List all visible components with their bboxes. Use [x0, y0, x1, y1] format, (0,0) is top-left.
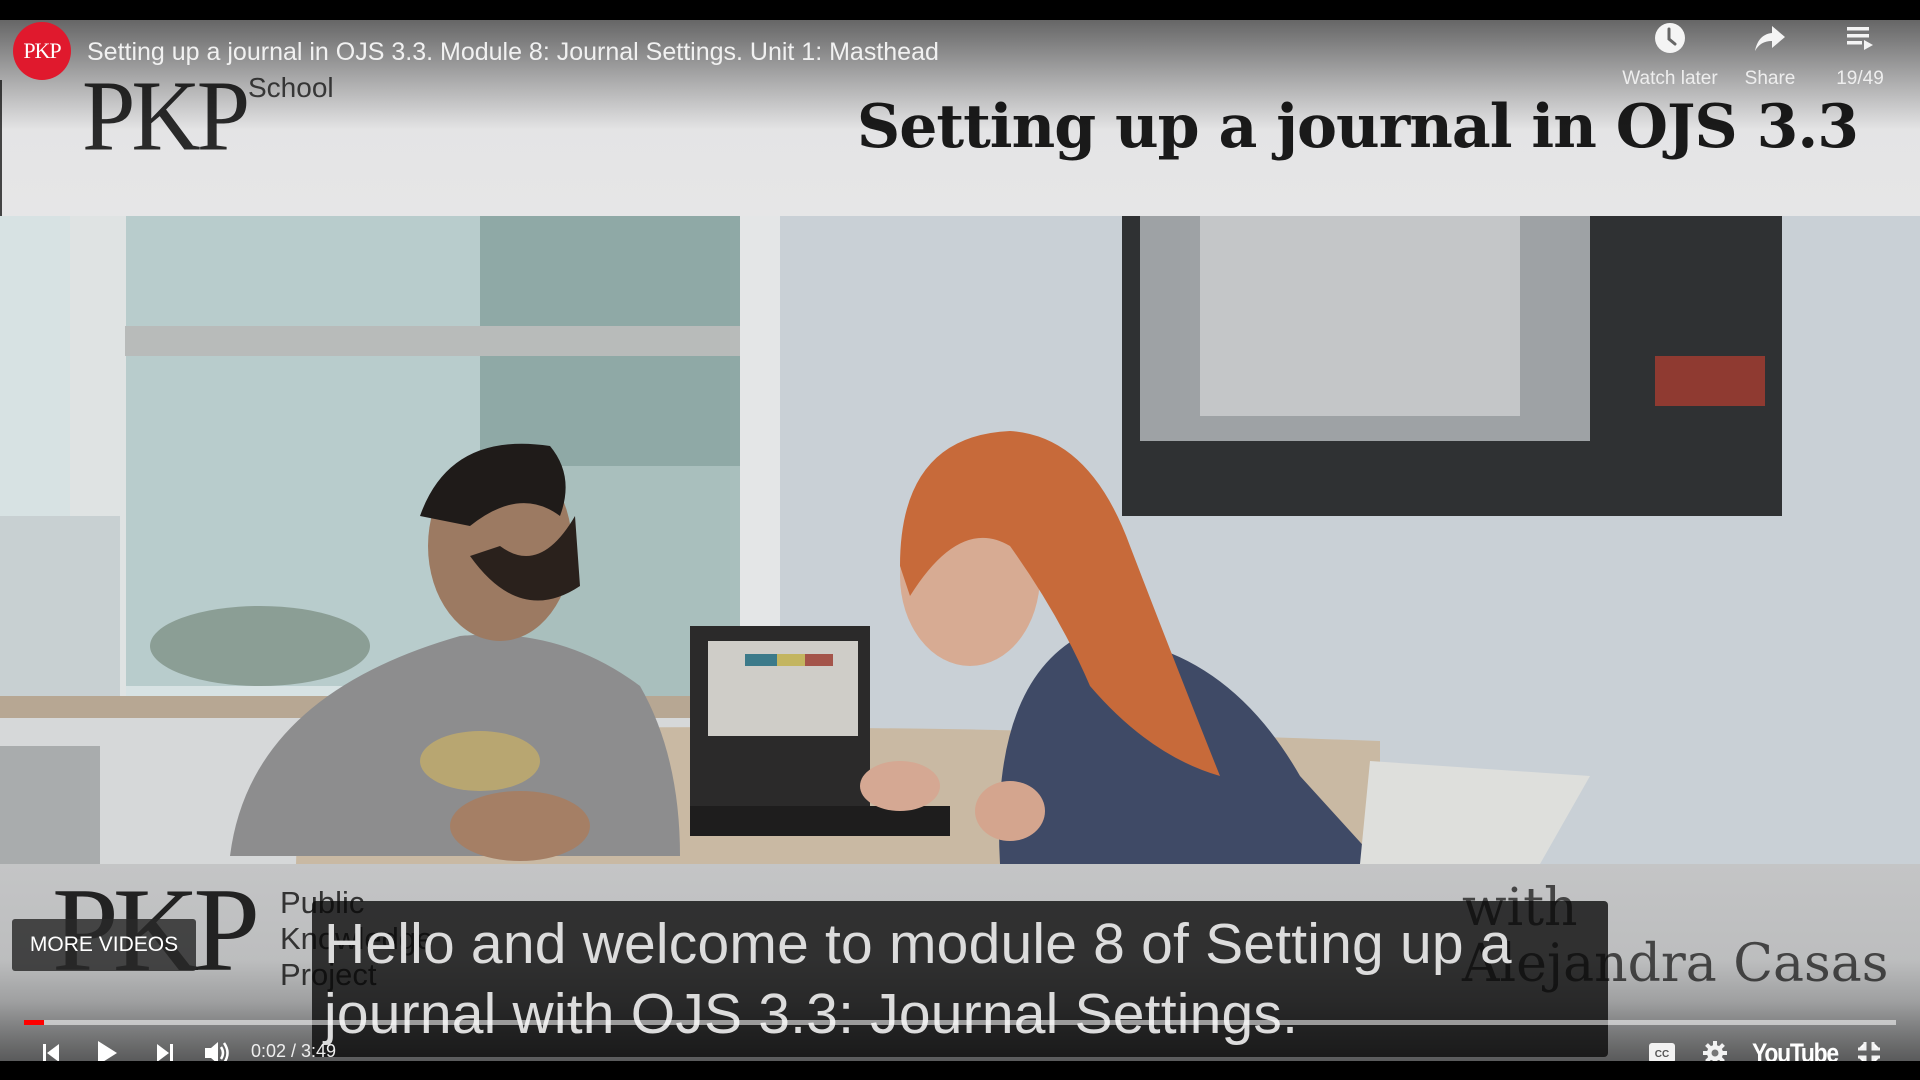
playlist-icon — [1847, 27, 1873, 50]
playlist-button[interactable]: 19/49 — [1820, 20, 1900, 90]
playlist-position: 19/49 — [1836, 68, 1884, 89]
time-display: 0:02 / 3:49 — [251, 1041, 337, 1061]
caption-line: Hello and welcome to module 8 of Setting… — [324, 912, 1512, 976]
pkp-school-logo: PKP School — [82, 59, 334, 172]
share-label: Share — [1744, 68, 1796, 89]
channel-avatar[interactable]: PKP — [13, 22, 71, 80]
pkp-logo-text: PKP — [82, 59, 250, 172]
more-videos-button[interactable]: MORE VIDEOS — [12, 919, 196, 971]
progress-bar[interactable] — [24, 1020, 1896, 1025]
share-button[interactable]: Share — [1720, 20, 1820, 90]
laptop-screen-color-1 — [745, 654, 777, 666]
video-title-link[interactable]: Setting up a journal in OJS 3.3. Module … — [87, 38, 939, 67]
chair-left — [0, 746, 100, 864]
progress-played — [24, 1020, 44, 1025]
window-frame-bar — [125, 326, 745, 356]
slide-title: Setting up a journal in OJS 3.3 — [856, 92, 1859, 162]
letterbox-top — [0, 0, 1920, 20]
watch-later-button[interactable]: Watch later — [1620, 20, 1720, 90]
school-logo-text: School — [248, 72, 334, 103]
watch-later-label: Watch later — [1622, 68, 1718, 89]
tv-red-block — [1655, 356, 1765, 406]
trees — [150, 606, 370, 686]
video-frame-photo — [0, 216, 1920, 864]
tv-screen-page — [1200, 216, 1520, 416]
laptop-screen-color-2 — [777, 654, 805, 666]
woman-hand — [860, 761, 940, 811]
slide-edge — [0, 80, 2, 216]
laptop-base — [690, 806, 950, 836]
svg-text:CC: CC — [1655, 1049, 1669, 1060]
laptop-screen-color-3 — [805, 654, 833, 666]
letterbox-bottom — [0, 1061, 1920, 1080]
share-arrow-icon — [1755, 26, 1785, 51]
woman-hand-right — [975, 781, 1045, 841]
outside-view — [0, 516, 120, 706]
top-actions: Watch later Share 19/49 — [1620, 20, 1900, 90]
shirt-print — [420, 731, 540, 791]
clock-icon — [1655, 23, 1685, 53]
caption-box: Hello and welcome to module 8 of Setting… — [312, 901, 1608, 1057]
man-hands — [450, 791, 590, 861]
